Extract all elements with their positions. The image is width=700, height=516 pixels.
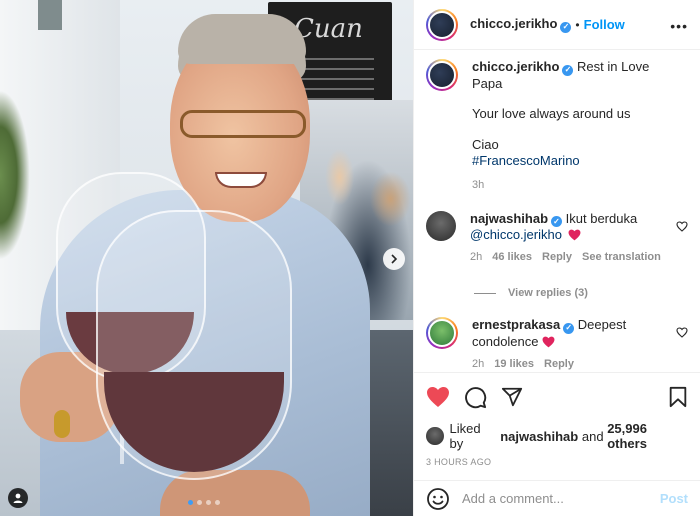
red-heart-emoji-icon <box>568 229 581 241</box>
caption: chicco.jerikho Rest in Love Papa Your lo… <box>426 59 688 193</box>
heart-icon <box>676 327 688 338</box>
red-heart-emoji-icon <box>542 336 555 347</box>
carousel-indicator <box>188 500 220 505</box>
verified-badge-icon <box>560 21 572 33</box>
commenter-username[interactable]: najwashihab <box>470 211 548 226</box>
heart-icon <box>676 220 688 232</box>
photo-glasses <box>180 110 306 138</box>
comment-reply-button[interactable]: Reply <box>542 249 572 265</box>
carousel-dot <box>188 500 193 505</box>
heart-icon <box>427 387 449 407</box>
verified-badge-icon <box>562 64 574 76</box>
post-actions: Liked by najwashihab and 25,996 others 3… <box>414 372 700 467</box>
caption-body: chicco.jerikho Rest in Love Papa Your lo… <box>472 59 672 193</box>
share-button[interactable] <box>501 386 523 408</box>
comment-reply-button[interactable]: Reply <box>544 356 574 372</box>
add-comment-bar: Post <box>414 480 700 516</box>
liker-avatar <box>426 427 444 445</box>
comment-item: ernestprakasa Deepest condolence 2h 19 l… <box>426 317 688 371</box>
verified-badge-icon <box>551 216 563 227</box>
comment-likes[interactable]: 46 likes <box>492 249 532 265</box>
next-photo-button[interactable] <box>383 248 405 270</box>
caption-username[interactable]: chicco.jerikho <box>472 59 559 74</box>
instagram-post: Cuan chicco.jerikho • Follow <box>0 0 700 516</box>
emoji-button[interactable] <box>426 487 450 511</box>
caption-line-2: Your love always around us <box>472 105 631 121</box>
likes-prefix: Liked by <box>449 421 481 451</box>
commenter-avatar[interactable] <box>426 210 456 241</box>
comment-like-button[interactable] <box>676 220 688 235</box>
photo-wine-glass-front <box>96 210 292 480</box>
chevron-right-icon <box>391 254 398 264</box>
caption-hashtag[interactable]: #FrancescoMarino <box>472 153 672 169</box>
comment-body: ernestprakasa Deepest condolence 2h 19 l… <box>472 317 672 371</box>
smiley-icon <box>427 487 449 510</box>
comment-body: najwashihab Ikut berduka @chicco.jerikho… <box>470 211 670 266</box>
carousel-dot <box>206 500 211 505</box>
user-tag-icon <box>13 493 23 503</box>
post-header: chicco.jerikho • Follow ••• <box>414 0 700 50</box>
likes-and: and <box>581 428 604 444</box>
comment-likes[interactable]: 19 likes <box>494 356 534 372</box>
comment-icon <box>465 386 487 408</box>
carousel-dot <box>215 500 220 505</box>
share-icon <box>501 387 523 407</box>
like-button[interactable] <box>426 386 450 408</box>
action-icons <box>426 385 688 409</box>
header-separator: • <box>575 17 580 32</box>
more-options-button[interactable]: ••• <box>670 18 688 34</box>
photo-ring <box>54 410 70 438</box>
caption-avatar[interactable] <box>426 59 458 91</box>
comment-time[interactable]: 2h <box>470 249 482 265</box>
commenter-avatar[interactable] <box>426 317 458 349</box>
comment-time[interactable]: 2h <box>472 356 484 372</box>
comment-input[interactable] <box>462 491 660 506</box>
comment-mention[interactable]: @chicco.jerikho <box>470 227 562 242</box>
author-avatar[interactable] <box>426 8 458 41</box>
caption-time[interactable]: 3h <box>472 177 484 193</box>
verified-badge-icon <box>563 322 575 334</box>
photo-plant <box>0 90 30 260</box>
comment-item: najwashihab Ikut berduka @chicco.jerikho… <box>426 210 688 266</box>
post-timestamp[interactable]: 3 HOURS AGO <box>426 457 688 467</box>
see-translation-button[interactable]: See translation <box>582 249 661 265</box>
comment-text: Ikut berduka <box>565 210 638 226</box>
comment-button[interactable] <box>464 386 487 409</box>
commenter-username[interactable]: ernestprakasa <box>472 317 560 332</box>
photo-smile <box>215 172 267 188</box>
comment-text: Deepest <box>577 317 627 332</box>
bookmark-icon <box>669 386 687 408</box>
caption-line-3: Ciao <box>472 136 499 152</box>
follow-button[interactable]: Follow <box>584 17 625 32</box>
comment-text-2: condolence <box>472 333 539 349</box>
carousel-dot <box>197 500 202 505</box>
post-side-panel: chicco.jerikho • Follow ••• chicco.jerik… <box>413 0 700 516</box>
comment-like-button[interactable] <box>676 327 688 341</box>
post-comment-button[interactable]: Post <box>660 491 688 506</box>
likes-count[interactable]: 25,996 others <box>607 421 688 451</box>
comments-list[interactable]: chicco.jerikho Rest in Love Papa Your lo… <box>414 51 700 371</box>
save-button[interactable] <box>668 386 688 408</box>
likes-summary[interactable]: Liked by najwashihab and 25,996 others <box>426 421 688 451</box>
photo-wall-light <box>38 0 62 30</box>
liker-username[interactable]: najwashihab <box>500 429 578 444</box>
author-username[interactable]: chicco.jerikho <box>470 16 572 33</box>
view-replies-button[interactable]: View replies (3) <box>474 287 688 299</box>
tagged-users-button[interactable] <box>8 488 28 508</box>
post-photo[interactable]: Cuan <box>0 0 413 516</box>
